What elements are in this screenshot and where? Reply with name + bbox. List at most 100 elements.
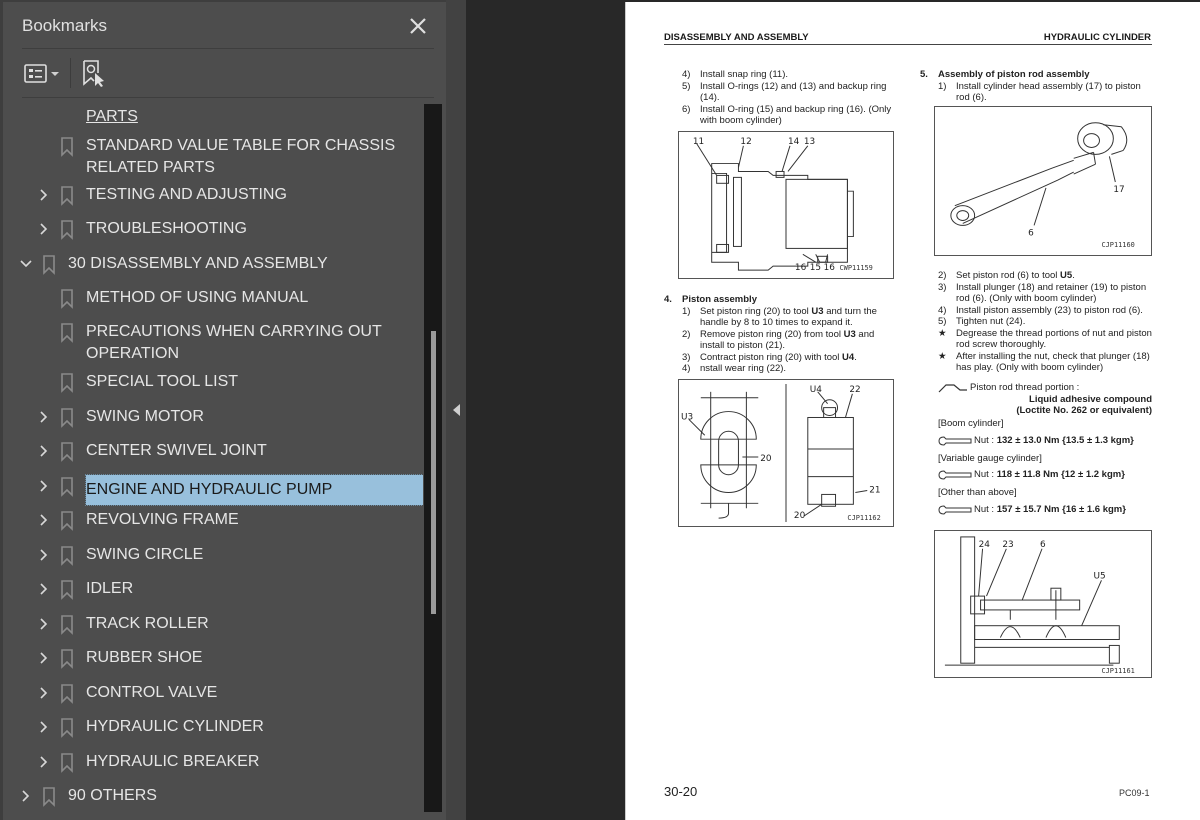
svg-text:U4: U4 <box>810 385 823 395</box>
bookmark-label: STANDARD VALUE TABLE FOR CHASSIS RELATED… <box>86 137 396 176</box>
bookmark-label: TRACK ROLLER <box>86 615 209 632</box>
chevron-right-icon[interactable] <box>37 580 51 598</box>
chevron-right-icon[interactable] <box>37 442 51 460</box>
torque-value: Nut : 157 ± 15.7 Nm {16 ± 1.6 kgm} <box>938 502 1152 518</box>
chevron-right-icon[interactable] <box>37 615 51 633</box>
bookmark-icon <box>60 186 74 206</box>
figure-code: CJP11162 <box>847 514 880 522</box>
bookmark-label: METHOD OF USING MANUAL <box>86 289 309 306</box>
bookmark-icon <box>60 511 74 531</box>
chevron-right-icon[interactable] <box>37 511 51 529</box>
bookmark-scrollbar[interactable] <box>424 104 442 812</box>
bookmark-label: RUBBER SHOE <box>86 649 203 666</box>
chevron-right-icon[interactable] <box>37 186 51 204</box>
wrench-icon <box>938 470 972 480</box>
divider <box>22 97 434 98</box>
chevron-right-icon[interactable] <box>37 684 51 702</box>
step: 2) Remove piston ring (20) from tool U3 a… <box>682 328 875 352</box>
figure-cylinder-head: 11 12 14 13 16 15 16 CWP11159 <box>678 131 894 279</box>
bookmark-icon <box>42 787 56 807</box>
bookmark-label: PARTS <box>86 108 138 125</box>
chevron-right-icon[interactable] <box>37 477 51 495</box>
bookmark-icon <box>42 255 56 275</box>
bookmark-options-button[interactable] <box>23 61 63 87</box>
svg-text:U3: U3 <box>681 412 693 422</box>
bookmark-icon <box>60 373 74 393</box>
find-current-bookmark-icon <box>83 60 104 87</box>
chevron-right-icon[interactable] <box>37 753 51 771</box>
bookmark-label: CENTER SWIVEL JOINT <box>86 442 267 459</box>
torque-value: Nut : 132 ± 13.0 Nm {13.5 ± 1.3 kgm} <box>938 433 1152 449</box>
step: 4) nstall wear ring (22). <box>682 363 787 374</box>
step: 3) Install plunger (18) and retainer (19)… <box>938 281 1147 305</box>
bookmark-icon <box>60 615 74 635</box>
svg-text:11: 11 <box>693 137 704 147</box>
chevron-right-icon[interactable] <box>37 546 51 564</box>
bookmark-label: HYDRAULIC CYLINDER <box>86 718 264 735</box>
panel-splitter[interactable] <box>446 0 466 820</box>
bookmark-options-icon <box>24 64 59 83</box>
bookmarks-panel: Bookmarks PARTS STANDARD VALUE TABLE FOR … <box>0 0 446 820</box>
step: 1) Set piston ring (20) to tool U3 and tu… <box>682 305 877 329</box>
chevron-right-icon[interactable] <box>37 408 51 426</box>
close-panel-button[interactable] <box>403 12 433 40</box>
bookmark-icon <box>60 137 74 157</box>
section-piston-assembly: 4. Piston assembly 1) Set piston ring (20)… <box>664 294 894 375</box>
steps-list: 2) Set piston rod (6) to tool U5. 3) Instal… <box>938 270 1152 374</box>
document-page: DISASSEMBLY AND ASSEMBLY HYDRAULIC CYLIN… <box>625 2 1200 820</box>
chevron-right-icon[interactable] <box>37 649 51 667</box>
svg-text:14: 14 <box>788 137 800 147</box>
chevron-right-icon[interactable] <box>19 787 33 805</box>
svg-text:22: 22 <box>849 385 860 395</box>
bookmark-icon <box>60 477 74 497</box>
bookmark-icon <box>60 442 74 462</box>
svg-text:6: 6 <box>1028 228 1034 238</box>
svg-text:12: 12 <box>740 137 751 147</box>
scroll-thumb[interactable] <box>431 330 436 614</box>
bookmark-label: PRECAUTIONS WHEN CARRYING OUT OPERATION <box>86 323 382 362</box>
page-code: PC09-1 <box>1119 788 1150 798</box>
adhesive-spec: Piston rod thread portion : Liquid adhes… <box>938 382 1152 417</box>
bookmark-tree: PARTS STANDARD VALUE TABLE FOR CHASSIS RE… <box>3 102 423 812</box>
figure-code: CWP11159 <box>840 264 873 272</box>
section-piston-rod-assembly: 5. Assembly of piston rod assembly 1) Inst… <box>920 69 1152 104</box>
bookmark-label: SWING CIRCLE <box>86 546 204 563</box>
section-title: 5. Assembly of piston rod assembly <box>920 69 1090 80</box>
triangle-left-icon <box>453 404 460 416</box>
bookmark-label: SWING MOTOR <box>86 408 204 425</box>
bookmark-icon <box>60 220 74 240</box>
step: 4) Install piston assembly (23) to piston… <box>938 304 1143 316</box>
chevron-right-icon[interactable] <box>37 718 51 736</box>
steps-list: 4) Install snap ring (11). 5) Install O-rin… <box>682 69 894 127</box>
bookmark-icon <box>60 753 74 773</box>
step: 1) Install cylinder head assembly (17) to… <box>938 80 1141 104</box>
svg-text:20: 20 <box>760 454 772 464</box>
section-title: 4. Piston assembly <box>664 294 757 305</box>
bookmark-label: ENGINE AND HYDRAULIC PUMP <box>85 474 423 506</box>
bookmark-label: 30 DISASSEMBLY AND ASSEMBLY <box>68 255 328 272</box>
bookmark-label: TESTING AND ADJUSTING <box>86 186 287 203</box>
svg-text:24: 24 <box>979 540 991 550</box>
find-current-bookmark-button[interactable] <box>81 59 107 89</box>
svg-text:16: 16 <box>824 263 836 273</box>
divider <box>22 48 434 49</box>
bookmark-label: REVOLVING FRAME <box>86 511 239 528</box>
step: 2) Set piston rod (6) to tool U5. <box>938 270 1075 281</box>
bookmark-icon <box>60 684 74 704</box>
step: 5) Tighten nut (24). <box>938 316 1026 327</box>
torque-condition: [Other than above] <box>938 487 1017 498</box>
svg-text:23: 23 <box>1002 540 1013 550</box>
chevron-right-icon[interactable] <box>37 220 51 238</box>
page-header-right: HYDRAULIC CYLINDER <box>1043 32 1151 43</box>
chevron-down-icon[interactable] <box>19 255 33 273</box>
figure-rod-on-tool-u5: 24 23 6 U5 CJP11161 <box>934 530 1152 678</box>
panel-title: Bookmarks <box>22 16 108 35</box>
torque-condition: [Boom cylinder] <box>938 418 1004 429</box>
bookmark-label: HYDRAULIC BREAKER <box>86 753 260 770</box>
bookmark-icon <box>60 323 74 343</box>
bookmark-label: IDLER <box>86 580 134 597</box>
torque-value: Nut : 118 ± 11.8 Nm {12 ± 1.2 kgm} <box>938 467 1152 483</box>
header-rule <box>664 44 1152 45</box>
step: 6) Install O-ring (15) and backup ring (1… <box>682 103 892 127</box>
collapse-panel-button[interactable] <box>452 403 462 417</box>
